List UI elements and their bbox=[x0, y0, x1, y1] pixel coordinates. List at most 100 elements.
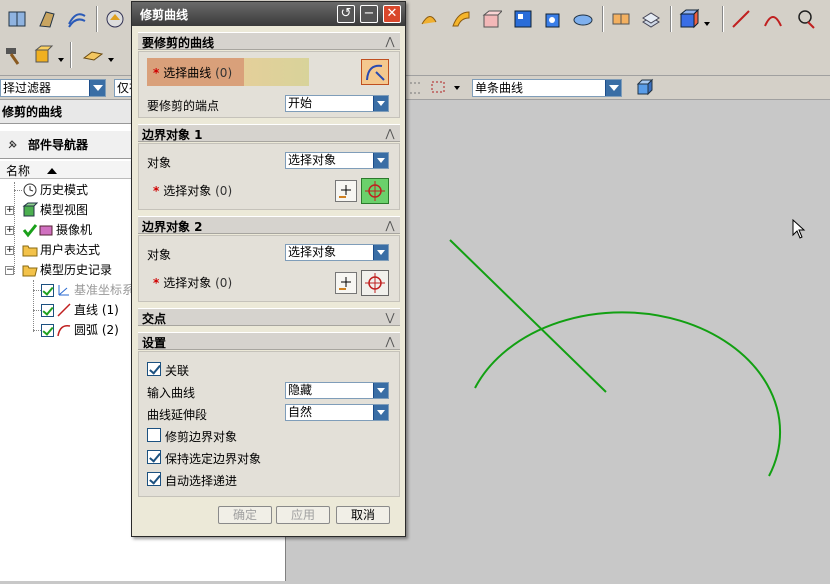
offset-surface-icon[interactable] bbox=[572, 8, 594, 30]
point-constructor-icon bbox=[339, 185, 351, 198]
associative-label: 关联 bbox=[165, 364, 190, 378]
section-title: 边界对象 2 bbox=[142, 220, 203, 234]
chevron-down-icon[interactable] bbox=[373, 96, 388, 111]
chevron-down-icon[interactable] bbox=[605, 80, 621, 96]
edit-curve-icon[interactable] bbox=[82, 44, 104, 66]
extension-combo[interactable]: 自然 bbox=[285, 404, 389, 421]
snap-icon[interactable] bbox=[408, 77, 422, 99]
chevron-down-icon[interactable] bbox=[89, 80, 105, 96]
chevron-down-icon[interactable] bbox=[373, 383, 388, 398]
cube-icon[interactable] bbox=[634, 77, 654, 99]
select-object-label: * 选择对象 (0) bbox=[153, 274, 232, 291]
ruled-surface-icon[interactable] bbox=[36, 8, 58, 30]
trim-boundary-checkbox[interactable] bbox=[147, 428, 161, 442]
object-type-combo[interactable]: 选择对象 bbox=[285, 152, 389, 169]
feature-icon[interactable] bbox=[32, 44, 54, 66]
collapse-arrow-icon[interactable]: ⋀ bbox=[382, 218, 398, 233]
chevron-down-icon[interactable] bbox=[373, 405, 388, 420]
point-dialog-button[interactable] bbox=[335, 272, 357, 294]
expand-arrow-icon[interactable]: ⋁ bbox=[382, 310, 398, 325]
block-surface-icon[interactable] bbox=[480, 8, 504, 30]
associative-checkbox[interactable] bbox=[147, 362, 161, 376]
end-to-trim-combo[interactable]: 开始 bbox=[285, 95, 389, 112]
visibility-checkbox[interactable] bbox=[41, 284, 54, 297]
chevron-down-icon[interactable] bbox=[373, 245, 388, 260]
patch-surface-icon[interactable] bbox=[512, 8, 534, 30]
minimize-icon[interactable]: − bbox=[360, 5, 378, 23]
pin-icon[interactable] bbox=[6, 137, 20, 154]
input-curve-value: 隐藏 bbox=[288, 383, 313, 397]
object-label: 对象 bbox=[147, 248, 172, 262]
collapse-arrow-icon[interactable]: ⋀ bbox=[382, 34, 398, 49]
point-dialog-button[interactable] bbox=[335, 180, 357, 202]
dropdown-arrow-icon[interactable] bbox=[452, 77, 462, 99]
section-header[interactable]: 交点 ⋁ bbox=[138, 308, 400, 326]
select-curve-label: * 选择曲线 (0) bbox=[153, 64, 232, 81]
point-constructor-icon bbox=[339, 277, 351, 290]
solid-box-icon[interactable] bbox=[542, 8, 564, 30]
select-point-button[interactable] bbox=[361, 178, 389, 204]
selection-bar: 择过滤器 仅在 单条曲线 bbox=[0, 76, 830, 100]
arc-icon[interactable] bbox=[762, 8, 784, 30]
section-header[interactable]: 边界对象 1 ⋀ bbox=[138, 124, 400, 142]
select-curve-field[interactable]: * 选择曲线 (0) bbox=[147, 58, 309, 86]
reset-icon[interactable]: ↺ bbox=[337, 5, 355, 23]
select-curve-button[interactable] bbox=[361, 59, 389, 85]
required-marker: * bbox=[153, 66, 160, 80]
section-title: 设置 bbox=[142, 336, 167, 350]
cancel-button[interactable]: 取消 bbox=[336, 506, 390, 524]
hammer-icon[interactable] bbox=[4, 44, 26, 66]
bounded-plane-icon[interactable] bbox=[6, 8, 28, 30]
section-header[interactable]: 要修剪的曲线 ⋀ bbox=[138, 32, 400, 50]
dropdown-arrow-icon[interactable] bbox=[56, 50, 66, 72]
ok-button[interactable]: 确定 bbox=[218, 506, 272, 524]
line-icon[interactable] bbox=[730, 8, 752, 30]
tree-line bbox=[33, 330, 41, 331]
crosshair-icon bbox=[365, 181, 385, 201]
section-header[interactable]: 边界对象 2 ⋀ bbox=[138, 216, 400, 234]
select-point-button[interactable] bbox=[361, 270, 389, 296]
visibility-checkbox[interactable] bbox=[41, 304, 54, 317]
part-icon[interactable] bbox=[678, 8, 700, 30]
tree-item-label: 模型视图 bbox=[40, 203, 89, 217]
object-label: 对象 bbox=[147, 156, 172, 170]
shape-tool-icon[interactable] bbox=[104, 8, 126, 30]
dialog-titlebar[interactable]: 修剪曲线 ↺ − ✕ bbox=[132, 2, 405, 26]
dropdown-arrow-icon[interactable] bbox=[702, 14, 712, 36]
keep-boundary-checkbox[interactable] bbox=[147, 450, 161, 464]
collapse-arrow-icon[interactable]: ⋀ bbox=[382, 126, 398, 141]
curve-rule-combo[interactable]: 单条曲线 bbox=[472, 79, 622, 97]
surface-icon[interactable] bbox=[418, 8, 440, 30]
circle-icon[interactable] bbox=[794, 8, 816, 30]
collapse-icon[interactable]: − bbox=[5, 266, 14, 275]
expand-icon[interactable]: + bbox=[5, 246, 14, 255]
section-header[interactable]: 设置 ⋀ bbox=[138, 332, 400, 350]
expand-icon[interactable]: + bbox=[5, 226, 14, 235]
sheets-icon[interactable] bbox=[640, 8, 662, 30]
select-object-count: (0) bbox=[215, 276, 233, 290]
thicken-icon[interactable] bbox=[610, 8, 632, 30]
tree-item-label: 直线 (1) bbox=[74, 303, 119, 317]
visibility-checkbox[interactable] bbox=[41, 324, 54, 337]
box-select-icon[interactable] bbox=[430, 77, 450, 99]
select-object-count: (0) bbox=[215, 184, 233, 198]
tree-line bbox=[14, 190, 22, 191]
mouse-cursor-icon bbox=[792, 218, 806, 242]
expand-icon[interactable]: + bbox=[5, 206, 14, 215]
tree-line bbox=[33, 310, 41, 311]
swept-icon[interactable] bbox=[450, 8, 472, 30]
dropdown-arrow-icon[interactable] bbox=[106, 50, 116, 72]
auto-advance-checkbox[interactable] bbox=[147, 472, 161, 486]
type-filter-combo[interactable]: 择过滤器 bbox=[0, 79, 106, 97]
select-object-text: 选择对象 bbox=[163, 184, 212, 198]
through-curves-icon[interactable] bbox=[66, 8, 88, 30]
close-icon[interactable]: ✕ bbox=[383, 5, 401, 23]
input-curve-combo[interactable]: 隐藏 bbox=[285, 382, 389, 399]
apply-button[interactable]: 应用 bbox=[276, 506, 330, 524]
model-arc[interactable] bbox=[474, 311, 782, 477]
sort-up-icon bbox=[46, 165, 58, 179]
object-type-combo[interactable]: 选择对象 bbox=[285, 244, 389, 261]
chevron-down-icon[interactable] bbox=[373, 153, 388, 168]
collapse-arrow-icon[interactable]: ⋀ bbox=[382, 334, 398, 349]
column-name-label: 名称 bbox=[6, 164, 31, 178]
